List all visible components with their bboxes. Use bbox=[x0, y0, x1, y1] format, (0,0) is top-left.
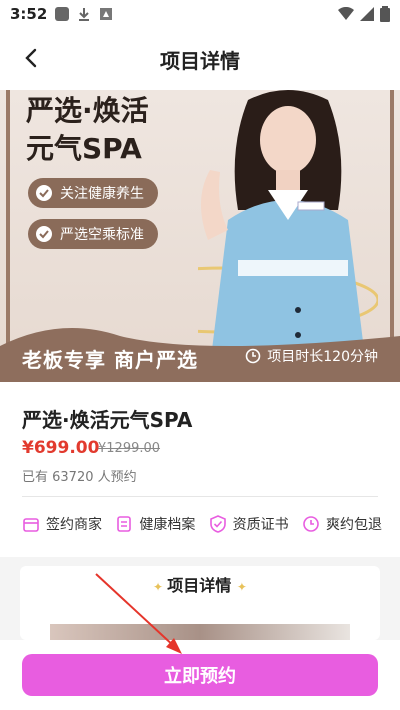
banner-headline: 严选·焕活 元气SPA bbox=[26, 92, 149, 168]
sparkle-left-icon: ✦ bbox=[153, 580, 168, 594]
banner-pill-label: 关注健康养生 bbox=[60, 186, 144, 202]
nav-bar: 项目详情 bbox=[0, 28, 400, 90]
product-name: 严选·焕活元气SPA bbox=[22, 408, 193, 432]
banner-band-label: 老板专享 商户严选 bbox=[22, 348, 198, 372]
check-icon bbox=[36, 185, 52, 201]
document-icon bbox=[117, 516, 132, 532]
sparkle-right-icon: ✦ bbox=[236, 580, 247, 594]
feature-health-record: 健康档案 bbox=[115, 514, 195, 534]
book-now-button[interactable]: 立即预约 bbox=[22, 654, 378, 696]
details-heading: ✦ 项目详情 ✦ bbox=[20, 572, 380, 596]
product-banner: 严选·焕活 元气SPA 关注健康养生 严选空乘标准 老板专享 商户严选 项目时长… bbox=[0, 90, 400, 382]
back-arrow-icon[interactable] bbox=[20, 46, 44, 70]
feature-certificate: 资质证书 bbox=[209, 514, 289, 534]
feature-signed-merchant: 签约商家 bbox=[22, 514, 102, 534]
details-section: ✦ 项目详情 ✦ bbox=[20, 566, 380, 640]
store-icon bbox=[23, 518, 39, 532]
duration-text: 项目时长120分钟 bbox=[267, 349, 378, 365]
banner-headline-line1: 严选·焕活 bbox=[26, 94, 149, 127]
divider bbox=[22, 496, 378, 497]
clock-icon bbox=[245, 348, 261, 364]
feature-list: 签约商家 健康档案 资质证书 爽约包退 bbox=[22, 514, 382, 534]
details-photo bbox=[50, 624, 350, 640]
clock-refund-icon bbox=[303, 516, 319, 532]
duration-label: 项目时长120分钟 bbox=[245, 346, 378, 366]
app-notification-icon bbox=[55, 7, 70, 21]
wifi-icon bbox=[338, 7, 354, 20]
image-icon bbox=[100, 8, 113, 20]
banner-headline-line2: 元气SPA bbox=[26, 132, 142, 165]
product-info: 严选·焕活元气SPA ¥699.00 ¥1299.00 已有 63720 人预约… bbox=[0, 382, 400, 557]
footer-bar: 立即预约 bbox=[0, 640, 400, 710]
signal-icon bbox=[360, 7, 374, 21]
feature-label: 健康档案 bbox=[139, 517, 196, 533]
status-time: 3:52 bbox=[10, 5, 48, 23]
banner-pill-label: 严选空乘标准 bbox=[60, 227, 144, 243]
original-price: ¥1299.00 bbox=[98, 441, 161, 456]
product-price: ¥699.00 bbox=[22, 438, 100, 458]
feature-label: 爽约包退 bbox=[325, 517, 382, 533]
feature-refund: 爽约包退 bbox=[302, 514, 382, 534]
shield-check-icon bbox=[209, 515, 226, 533]
status-bar: 3:52 bbox=[0, 0, 400, 28]
feature-label: 资质证书 bbox=[232, 517, 289, 533]
check-icon bbox=[36, 226, 52, 242]
banner-pill-standard: 严选空乘标准 bbox=[28, 219, 158, 249]
download-icon bbox=[79, 8, 90, 21]
booked-count: 已有 63720 人预约 bbox=[22, 470, 137, 485]
details-heading-text: 项目详情 bbox=[167, 576, 232, 595]
page-title: 项目详情 bbox=[160, 48, 240, 73]
feature-label: 签约商家 bbox=[46, 517, 102, 533]
banner-band-content: 老板专享 商户严选 项目时长120分钟 bbox=[0, 316, 400, 382]
battery-icon bbox=[380, 6, 390, 22]
banner-pill-health: 关注健康养生 bbox=[28, 178, 158, 208]
